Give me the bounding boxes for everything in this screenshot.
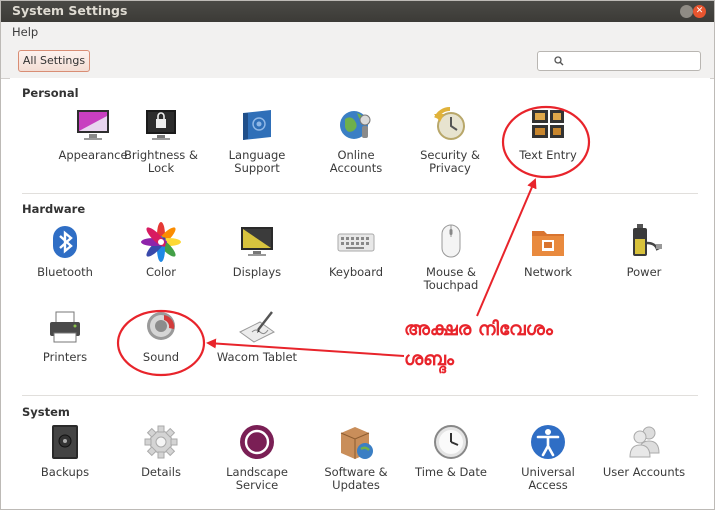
tile-label-2: Privacy [429, 161, 471, 175]
tile-label: Details [141, 465, 181, 479]
security-privacy-icon [429, 104, 471, 146]
tile-label: Network [523, 265, 573, 279]
search-icon [554, 56, 564, 66]
software-updates-icon [335, 421, 377, 463]
displays-icon [236, 221, 278, 263]
appearance-icon [72, 104, 114, 146]
tile-label-2: Updates [332, 478, 380, 492]
tile-label: Universal [521, 465, 575, 479]
section-heading-hardware: Hardware [22, 202, 86, 216]
annotation-sound: ശബ്ദം [404, 348, 454, 370]
all-settings-button[interactable]: All Settings [18, 50, 90, 72]
brightness-lock-icon [140, 104, 182, 146]
tile-keyboard[interactable]: Keyboard [308, 221, 404, 279]
language-support-icon [236, 104, 278, 146]
tile-language-support[interactable]: Language Support [209, 104, 305, 175]
window-title: System Settings [12, 3, 128, 18]
tile-printers[interactable]: Printers [17, 306, 113, 364]
tile-label-2: Accounts [329, 161, 383, 175]
bluetooth-icon [44, 221, 86, 263]
tile-label-2: Access [528, 478, 568, 492]
tile-wacom-tablet[interactable]: Wacom Tablet [209, 306, 305, 364]
tile-label: Backups [40, 465, 90, 479]
tile-label: Time & Date [415, 465, 487, 479]
divider [22, 395, 698, 396]
tile-displays[interactable]: Displays [209, 221, 305, 279]
close-button[interactable]: ✕ [693, 5, 706, 18]
tile-label: Online [337, 148, 375, 162]
tile-label-2: Service [235, 478, 279, 492]
tile-universal-access[interactable]: Universal Access [500, 421, 596, 492]
printers-icon [44, 306, 86, 348]
tile-brightness-lock[interactable]: Brightness & Lock [113, 104, 209, 175]
tile-label: Software & [324, 465, 388, 479]
tile-label: Power [626, 265, 662, 279]
details-icon [140, 421, 182, 463]
title-bar: System Settings ✕ [0, 0, 715, 22]
tile-label: Language [228, 148, 286, 162]
tile-label: Color [145, 265, 177, 279]
tile-online-accounts[interactable]: Online Accounts [308, 104, 404, 175]
tile-label: User Accounts [602, 465, 686, 479]
tile-network[interactable]: Network [500, 221, 596, 279]
tile-time-date[interactable]: Time & Date [403, 421, 499, 479]
divider [22, 193, 698, 194]
user-accounts-icon [623, 421, 665, 463]
toolbar: All Settings [0, 42, 715, 79]
wacom-tablet-icon [236, 306, 278, 348]
tile-label: Security & [420, 148, 480, 162]
section-heading-personal: Personal [22, 86, 79, 100]
tile-label-2: Touchpad [423, 278, 479, 292]
tile-label-2: Lock [147, 161, 175, 175]
tile-label-2: Support [234, 161, 280, 175]
landscape-service-icon [236, 421, 278, 463]
tile-label: Text Entry [519, 148, 577, 162]
tile-backups[interactable]: Backups [17, 421, 113, 479]
power-icon [623, 221, 665, 263]
tile-bluetooth[interactable]: Bluetooth [17, 221, 113, 279]
tile-label: Printers [42, 350, 88, 364]
tile-color[interactable]: Color [113, 221, 209, 279]
tile-label: Wacom Tablet [216, 350, 298, 364]
text-entry-icon [527, 104, 569, 146]
tile-landscape-service[interactable]: Landscape Service [209, 421, 305, 492]
sound-icon [140, 306, 182, 348]
universal-access-icon [527, 421, 569, 463]
tile-mouse-touchpad[interactable]: Mouse & Touchpad [403, 221, 499, 292]
menu-help[interactable]: Help [12, 25, 38, 39]
network-icon [527, 221, 569, 263]
annotation-text-entry: അക്ഷര നിവേശം [404, 318, 553, 340]
time-date-icon [430, 421, 472, 463]
tile-label: Brightness & [124, 148, 198, 162]
mouse-touchpad-icon [430, 221, 472, 263]
tile-details[interactable]: Details [113, 421, 209, 479]
tile-security-privacy[interactable]: Security & Privacy [402, 104, 498, 175]
tile-sound[interactable]: Sound [113, 306, 209, 364]
color-icon [140, 221, 182, 263]
tile-label: Displays [232, 265, 282, 279]
tile-power[interactable]: Power [596, 221, 692, 279]
tile-label: Landscape [226, 465, 288, 479]
tile-text-entry[interactable]: Text Entry [500, 104, 596, 162]
menu-bar: Help [0, 22, 715, 42]
minimize-button[interactable] [680, 5, 693, 18]
settings-panel: Personal Appearance Brightness & Lock Lan… [10, 78, 710, 504]
tile-label: Sound [142, 350, 180, 364]
tile-label: Mouse & [426, 265, 476, 279]
tile-software-updates[interactable]: Software & Updates [308, 421, 404, 492]
search-input[interactable] [537, 51, 701, 71]
tile-label: Keyboard [328, 265, 384, 279]
online-accounts-icon [335, 104, 377, 146]
tile-user-accounts[interactable]: User Accounts [596, 421, 692, 479]
section-heading-system: System [22, 405, 70, 419]
tile-label: Bluetooth [37, 265, 93, 279]
keyboard-icon [335, 221, 377, 263]
backups-icon [44, 421, 86, 463]
